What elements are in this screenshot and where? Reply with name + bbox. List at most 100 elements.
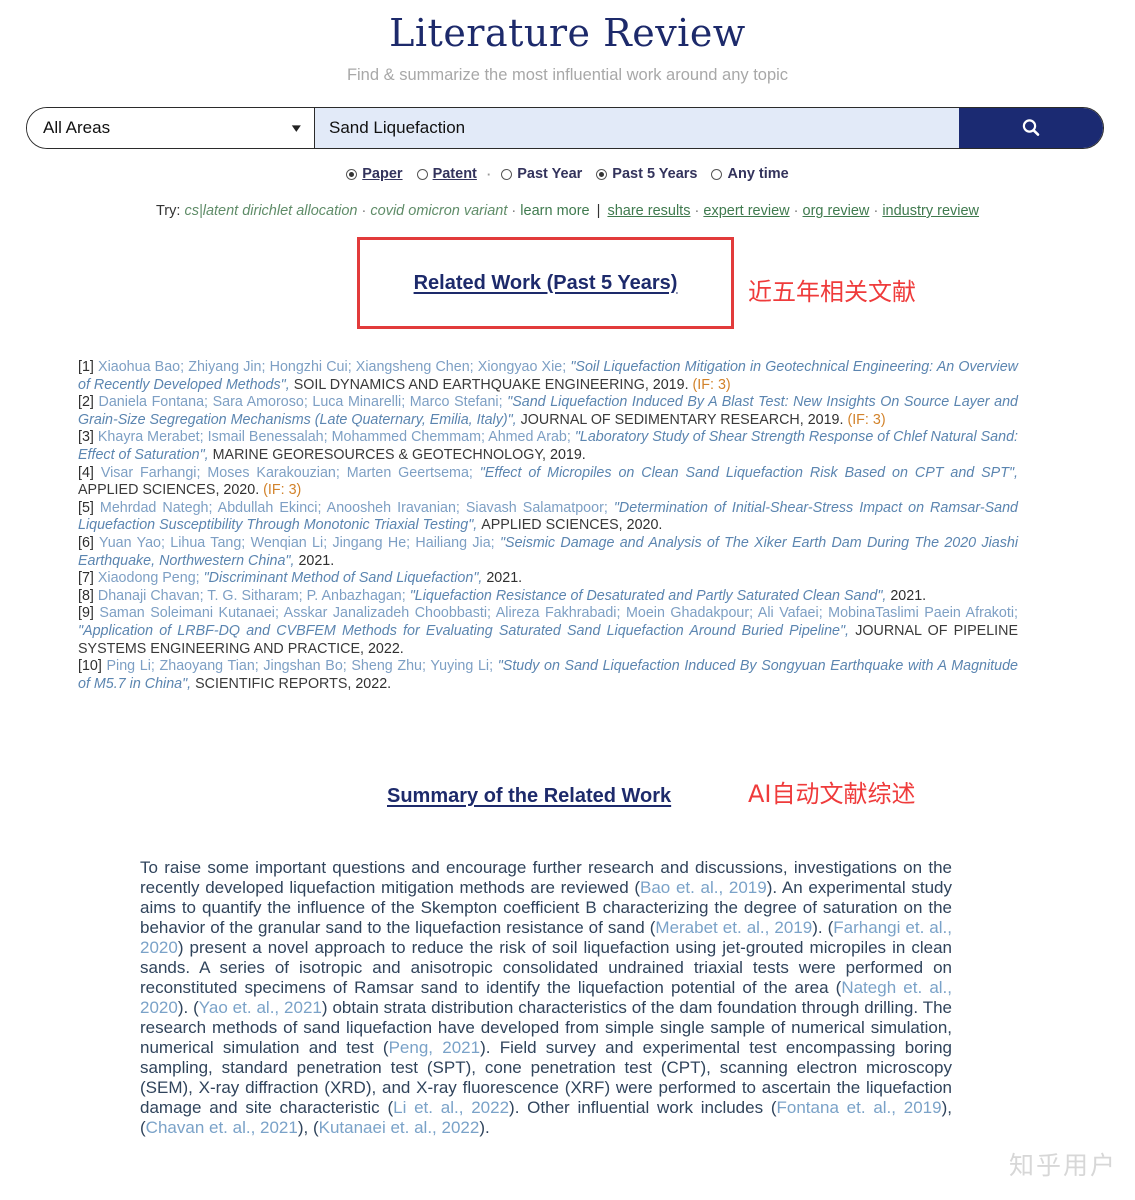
reference-item: [3] Khayra Merabet; Ismail Benessalah; M… [78,429,1018,464]
reference-item: [8] Dhanaji Chavan; T. G. Sitharam; P. A… [78,588,1018,606]
reference-year: 2019. [652,376,693,393]
radio-past-5-years[interactable]: Past 5 Years [596,166,697,182]
reference-authors[interactable]: Dhanaji Chavan; T. G. Sitharam; P. Anbaz… [98,588,410,604]
radio-any-time-indicator [711,168,723,180]
try-sep-5: · [873,203,879,219]
summary-text: ), ( [297,1118,319,1137]
summary-paragraph: To raise some important questions and en… [140,858,952,1138]
reference-year: 2019. [807,411,848,428]
reference-index: [9] [78,605,100,622]
watermark: 知乎用户 [1008,1151,1117,1180]
reference-item: [4] Visar Farhangi; Moses Karakouzian; M… [78,465,1018,500]
search-button[interactable] [959,108,1103,148]
search-input-value: Sand Liquefaction [329,118,466,137]
reference-journal: APPLIED SCIENCES, [78,482,224,499]
reference-index: [5] [78,499,100,516]
learn-more-link[interactable]: learn more [520,203,589,219]
radio-paper-indicator [346,168,358,180]
reference-title[interactable]: "Discriminant Method of Sand Liquefactio… [204,570,487,586]
reference-authors[interactable]: Xiaodong Peng; [98,570,204,586]
org-review-link[interactable]: org review [803,203,870,219]
reference-year: 2021. [486,570,523,587]
reference-year: 2020. [626,517,663,534]
radio-patent-label: Patent [432,166,477,182]
summary-heading[interactable]: Summary of the Related Work [387,785,671,808]
try-example-2[interactable]: covid omicron variant [370,203,507,219]
reference-item: [5] Mehrdad Nategh; Abdullah Ekinci; Ano… [78,500,1018,535]
reference-journal: APPLIED SCIENCES, [481,517,627,534]
summary-citation[interactable]: Li et. al., 2022 [393,1098,509,1117]
search-input[interactable]: Sand Liquefaction [315,108,959,148]
reference-index: [2] [78,394,99,411]
reference-index: [8] [78,587,98,604]
reference-authors[interactable]: Xiaohua Bao; Zhiyang Jin; Hongzhi Cui; X… [98,359,570,375]
literature-review-page: Literature Review Find & summarize the m… [0,0,1135,1200]
search-bar: All Areas ▾ Sand Liquefaction [26,107,1104,149]
reference-authors[interactable]: Visar Farhangi; Moses Karakouzian; Marte… [101,465,480,481]
radio-past-year-label: Past Year [517,166,583,182]
summary-citation[interactable]: Merabet et. al., 2019 [655,918,812,937]
radio-past-5-years-label: Past 5 Years [612,166,698,182]
reference-year: 2020. [223,482,264,499]
summary-citation[interactable]: Bao et. al., 2019 [640,878,767,897]
summary-text: ). [479,1118,490,1137]
radio-paper-label: Paper [362,166,403,182]
industry-review-link[interactable]: industry review [882,203,979,219]
reference-title[interactable]: "Effect of Micropiles on Clean Sand Liqu… [480,465,1018,481]
radio-paper[interactable]: Paper [346,166,403,182]
reference-journal: MARINE GEORESOURCES & GEOTECHNOLOGY, [212,446,550,463]
reference-impact-factor: (IF: 3) [847,411,886,428]
reference-authors[interactable]: Yuan Yao; Lihua Tang; Wenqian Li; Jingan… [99,535,500,551]
reference-journal: SCIENTIFIC REPORTS, [195,675,356,692]
try-example-1[interactable]: cs|latent dirichlet allocation [184,203,357,219]
reference-index: [1] [78,359,99,375]
reference-year: 2021. [298,552,335,569]
filter-separator: · [486,166,492,182]
area-select[interactable]: All Areas ▾ [27,108,315,148]
radio-patent[interactable]: Patent [416,166,477,182]
area-select-value: All Areas [43,118,111,137]
reference-year: 2022. [355,675,392,692]
expert-review-link[interactable]: expert review [703,203,789,219]
reference-title[interactable]: "Liquefaction Resistance of Desaturated … [410,588,891,604]
reference-index: [6] [78,534,99,551]
reference-item: [10] Ping Li; Zhaoyang Tian; Jingshan Bo… [78,658,1018,693]
summary-text: ). ( [177,998,199,1017]
reference-title[interactable]: "Application of LRBF-DQ and CVBFEM Metho… [78,623,855,639]
search-icon [1022,119,1040,136]
related-work-highlight-box: Related Work (Past 5 Years) [357,237,734,329]
reference-authors[interactable]: Saman Soleimani Kutanaei; Asskar Janaliz… [99,605,1018,621]
radio-patent-indicator [416,168,428,180]
radio-past-year[interactable]: Past Year [501,166,582,182]
radio-past-year-indicator [501,168,513,180]
summary-text: ) present a novel approach to reduce the… [140,938,952,997]
summary-citation[interactable]: Chavan et. al., 2021 [146,1118,298,1137]
try-sep-4: · [793,203,799,219]
summary-citation[interactable]: Yao et. al., 2021 [199,998,322,1017]
try-sep-3: · [694,203,700,219]
summary-citation[interactable]: Kutanaei et. al., 2022 [319,1118,480,1137]
related-work-heading[interactable]: Related Work (Past 5 Years) [414,272,678,295]
summary-citation[interactable]: Peng, 2021 [389,1038,480,1057]
reference-authors[interactable]: Ping Li; Zhaoyang Tian; Jingshan Bo; She… [107,658,498,674]
reference-item: [1] Xiaohua Bao; Zhiyang Jin; Hongzhi Cu… [78,359,1018,394]
reference-authors[interactable]: Daniela Fontana; Sara Amoroso; Luca Mina… [99,394,508,410]
reference-journal: JOURNAL OF SEDIMENTARY RESEARCH, [520,411,808,428]
annotation-summary-cn: AI自动文献综述 [748,780,916,808]
filter-row: Paper Patent · Past Year Past 5 Years An… [0,166,1135,182]
reference-item: [2] Daniela Fontana; Sara Amoroso; Luca … [78,394,1018,429]
radio-any-time[interactable]: Any time [711,166,789,182]
reference-year: 2019. [550,446,586,463]
reference-index: [10] [78,658,107,675]
share-results-link[interactable]: share results [607,203,690,219]
reference-authors[interactable]: Mehrdad Nategh; Abdullah Ekinci; Anooshe… [100,500,614,516]
reference-index: [4] [78,464,101,481]
reference-authors[interactable]: Khayra Merabet; Ismail Benessalah; Moham… [98,429,575,445]
summary-text: ). Other influential work includes ( [509,1098,777,1117]
summary-citation[interactable]: Fontana et. al., 2019 [777,1098,942,1117]
summary-text: ). ( [812,918,834,937]
radio-any-time-label: Any time [727,166,789,182]
reference-impact-factor: (IF: 3) [263,482,302,499]
annotation-related-work-cn: 近五年相关文献 [748,278,916,306]
page-subtitle: Find & summarize the most influential wo… [346,66,789,84]
